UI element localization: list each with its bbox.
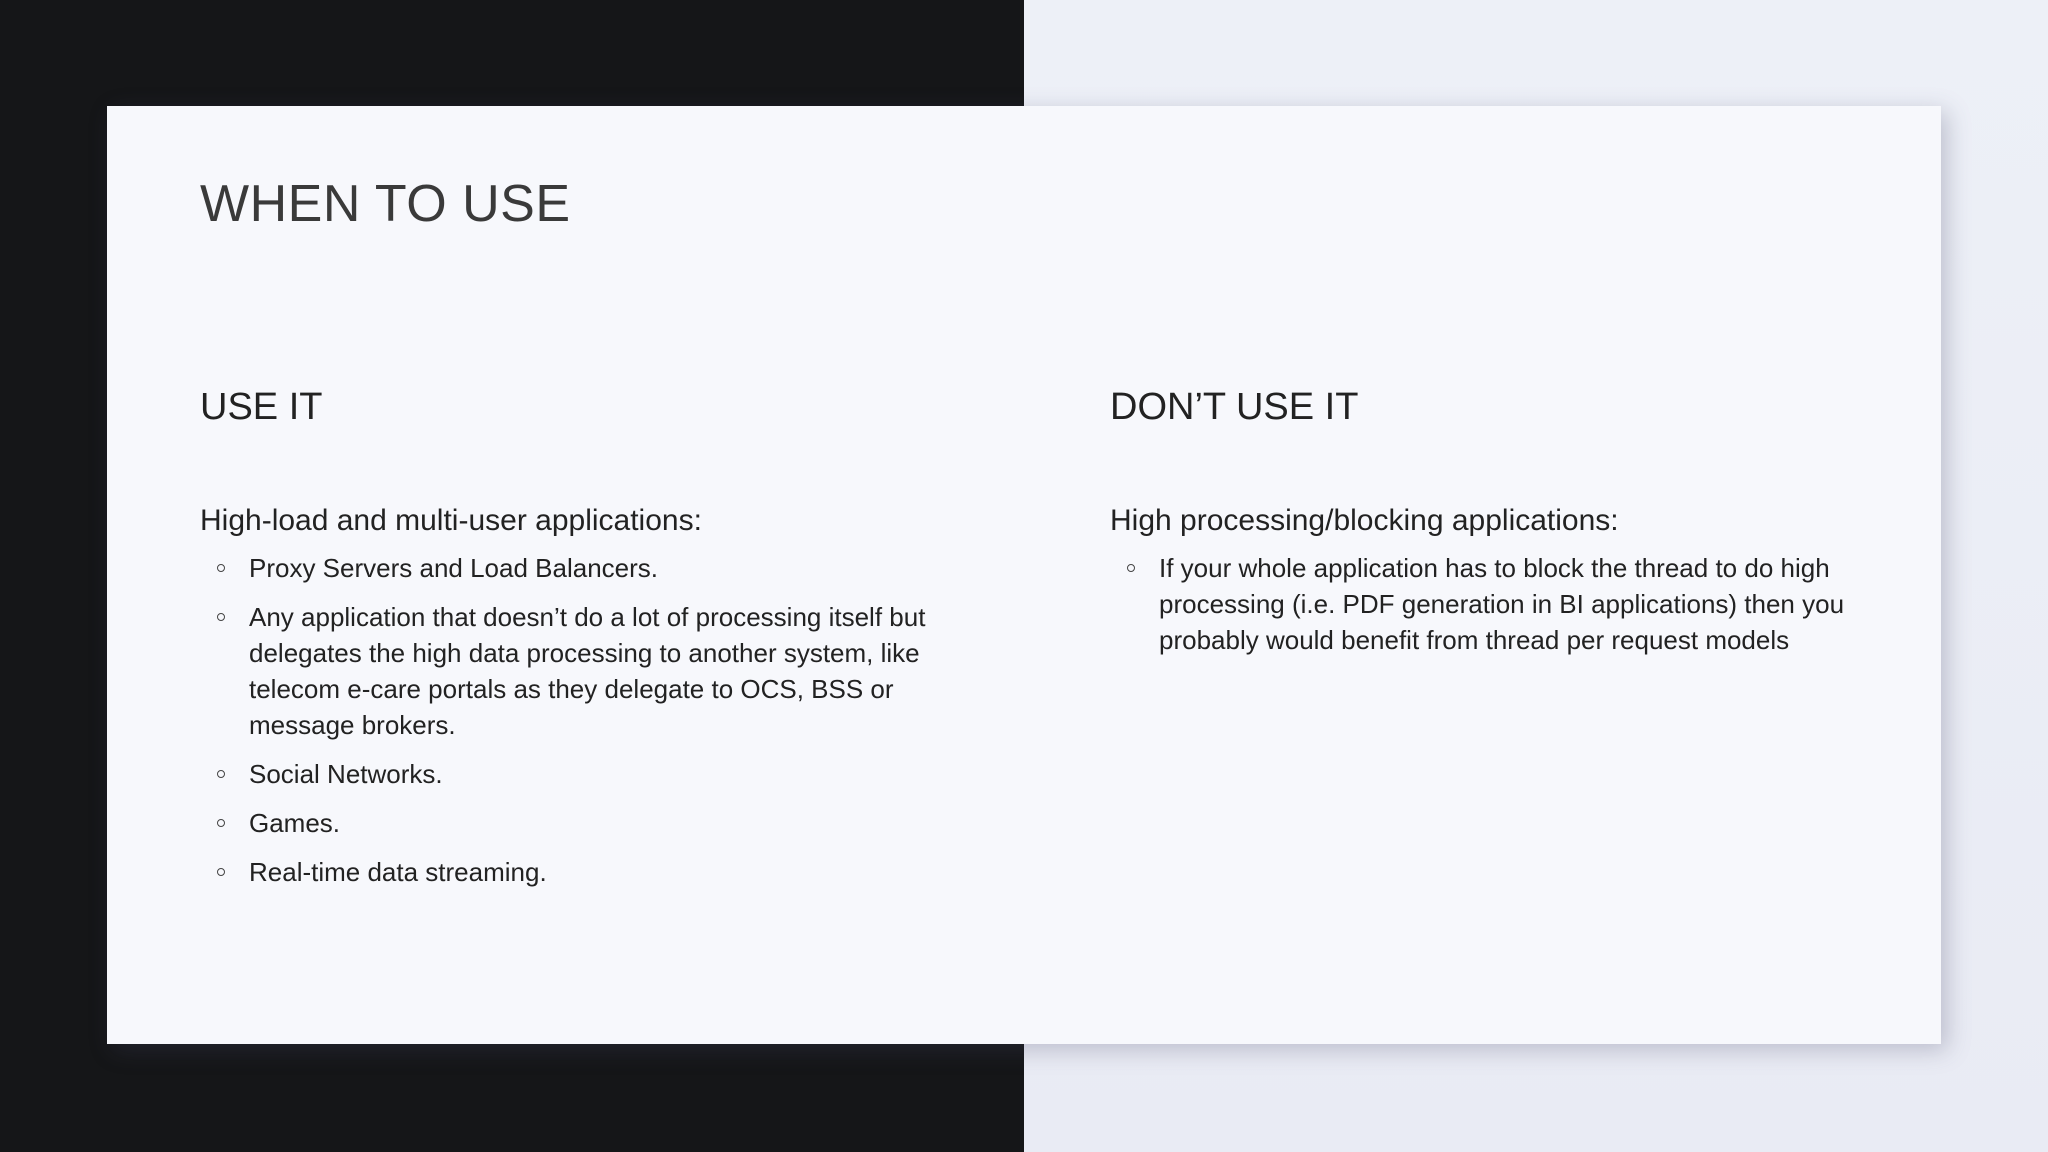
bullet-icon (217, 819, 225, 827)
list-item: Real-time data streaming. (200, 854, 980, 890)
list-item-text: If your whole application has to block t… (1159, 553, 1845, 655)
use-it-heading: USE IT (200, 386, 323, 428)
bullet-icon (217, 770, 225, 778)
list-item-text: Social Networks. (249, 759, 443, 789)
list-item-text: Games. (249, 808, 341, 838)
list-item: Games. (200, 805, 980, 841)
list-item-text: Real-time data streaming. (249, 857, 547, 887)
dont-use-it-list: If your whole application has to block t… (1110, 550, 1890, 658)
list-item-text: Any application that doesn’t do a lot of… (249, 602, 926, 740)
list-item: If your whole application has to block t… (1110, 550, 1890, 658)
dont-use-it-heading: DON’T USE IT (1110, 386, 1359, 428)
dont-use-it-column: DON’T USE IT High processing/blocking ap… (1110, 386, 1890, 671)
bullet-icon (217, 613, 225, 621)
dont-use-it-intro: High processing/blocking applications: (1110, 504, 1619, 537)
use-it-column: USE IT High-load and multi-user applicat… (200, 386, 980, 903)
list-item: Social Networks. (200, 756, 980, 792)
use-it-intro: High-load and multi-user applications: (200, 504, 702, 537)
use-it-list: Proxy Servers and Load Balancers. Any ap… (200, 550, 980, 890)
list-item-text: Proxy Servers and Load Balancers. (249, 553, 658, 583)
list-item: Any application that doesn’t do a lot of… (200, 599, 980, 743)
slide-title: WHEN TO USE (200, 175, 571, 233)
list-item: Proxy Servers and Load Balancers. (200, 550, 980, 586)
bullet-icon (217, 868, 225, 876)
slide-card: WHEN TO USE USE IT High-load and multi-u… (107, 106, 1941, 1044)
bullet-icon (217, 564, 225, 572)
bullet-icon (1127, 564, 1135, 572)
